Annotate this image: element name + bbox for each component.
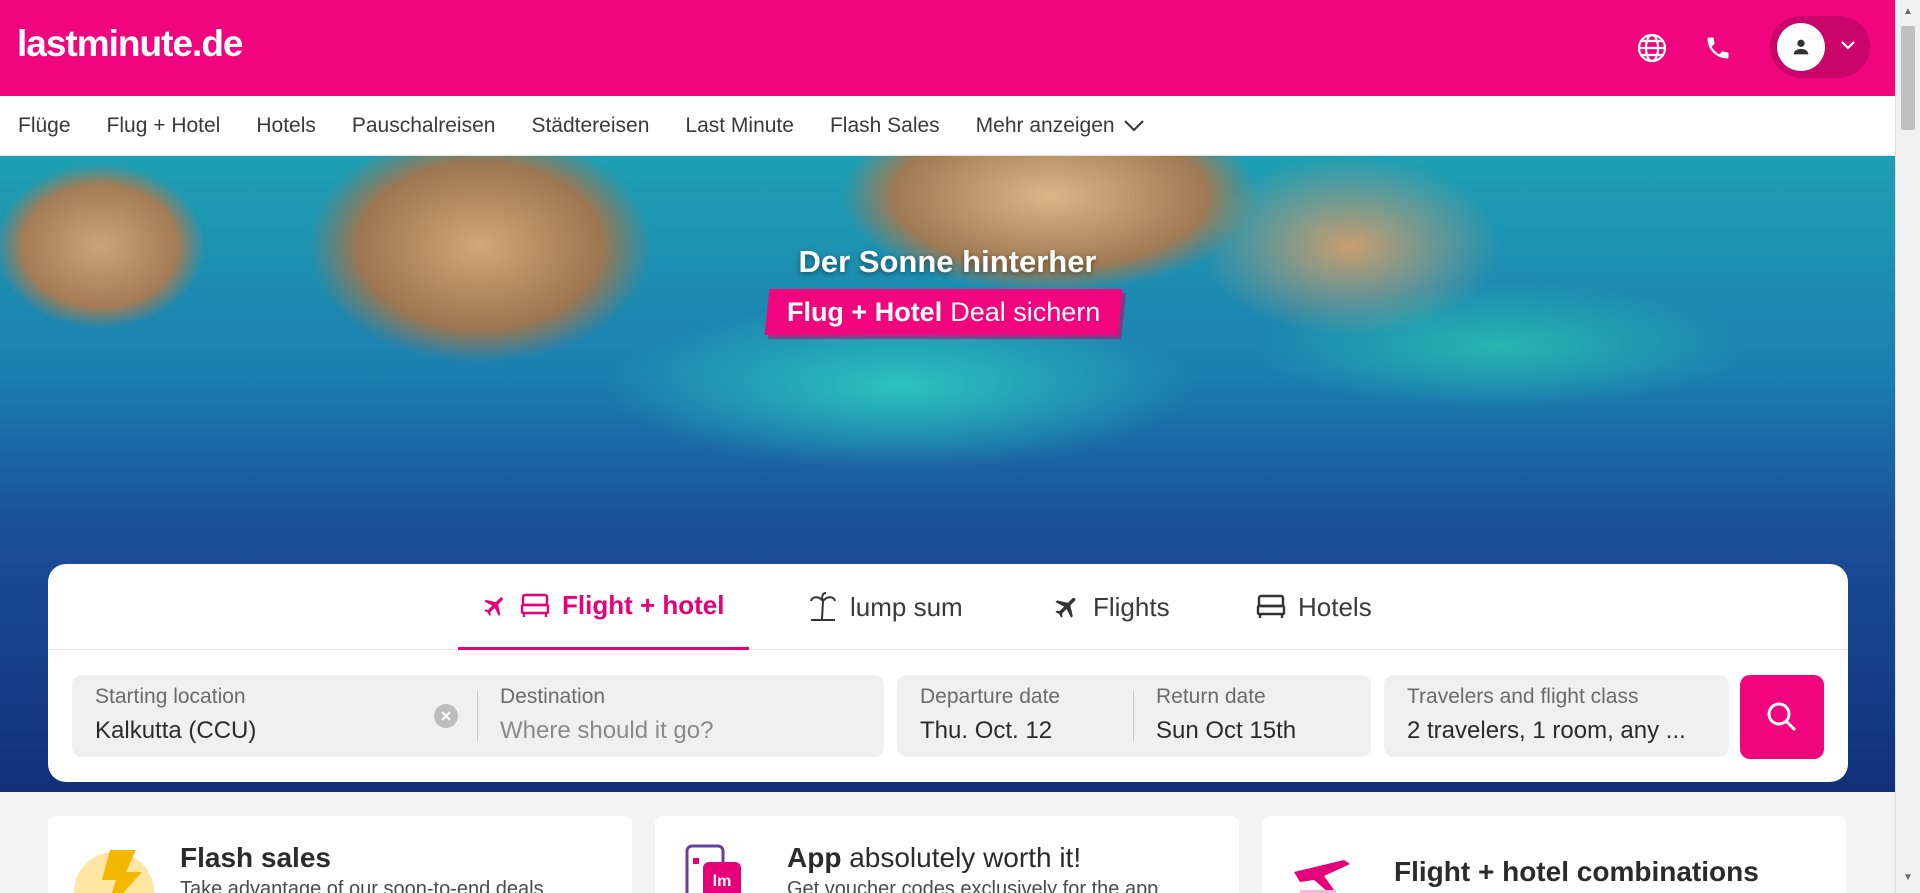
search-icon (1767, 702, 1797, 732)
location-fields: Starting location Kalkutta (CCU) Destina… (72, 675, 884, 757)
search-panel: Flight + hotel lump sum Flights Hotels S… (48, 564, 1848, 782)
promo-title: Flight + hotel combinations (1394, 856, 1759, 887)
origin-label: Starting location (95, 685, 246, 708)
main-nav: Flüge Flug + Hotel Hotels Pauschalreisen… (0, 96, 1895, 156)
page-scrollbar[interactable]: ▲ ▼ (1895, 0, 1920, 893)
scroll-down-arrow-icon[interactable]: ▼ (1903, 872, 1913, 883)
destination-label: Destination (500, 685, 606, 708)
plane-hotel-icon (1294, 860, 1350, 893)
return-date-field[interactable]: Return date Sun Oct 15th (1133, 675, 1371, 757)
hero-title: Der Sonne hinterher (798, 244, 1097, 279)
promo-subtitle: Get voucher codes exclusively for the ap… (787, 878, 1159, 893)
promo-subtitle: Take advantage of our soon-to-end deals (180, 878, 544, 893)
return-value: Sun Oct 15th (1156, 717, 1297, 744)
tab-label: Flight + hotel (562, 590, 725, 620)
hero-badge-bold: Flug + Hotel (787, 296, 943, 327)
departure-value: Thu. Oct. 12 (920, 717, 1053, 744)
plane-icon (1055, 597, 1076, 618)
scroll-up-arrow-icon[interactable]: ▲ (1903, 6, 1913, 17)
date-fields: Departure date Thu. Oct. 12 Return date … (897, 675, 1371, 757)
travelers-field[interactable]: Travelers and flight class 2 travelers, … (1384, 675, 1729, 757)
destination-field[interactable]: Destination Where should it go? (477, 675, 884, 757)
user-icon (1777, 23, 1825, 71)
top-header: lastminute.de (0, 0, 1895, 96)
departure-label: Departure date (920, 685, 1061, 708)
promo-card-flight-hotel[interactable]: Flight + hotel combinations (1262, 816, 1846, 893)
tab-hotels[interactable]: Hotels (1256, 564, 1372, 650)
promo-card-flash-sales[interactable]: Flash sales Take advantage of our soon-t… (48, 816, 632, 893)
chevron-down-icon (1123, 119, 1144, 131)
return-label: Return date (1156, 685, 1266, 708)
globe-icon[interactable] (1634, 30, 1670, 66)
account-menu-button[interactable] (1770, 16, 1870, 78)
nav-item-more[interactable]: Mehr anzeigen (976, 114, 1145, 138)
svg-text:lm: lm (713, 873, 732, 890)
palm-tree-icon (810, 592, 836, 621)
nav-item-flug-hotel[interactable]: Flug + Hotel (107, 114, 221, 138)
travelers-value: 2 travelers, 1 room, any ... (1407, 717, 1686, 744)
search-tabs: Flight + hotel lump sum Flights Hotels (48, 564, 1848, 650)
nav-item-fluege[interactable]: Flüge (18, 114, 71, 138)
nav-item-hotels[interactable]: Hotels (256, 114, 316, 138)
nav-item-last-minute[interactable]: Last Minute (685, 114, 794, 138)
hero-badge-text: Deal sichern (950, 296, 1101, 327)
tab-label: lump sum (850, 591, 963, 622)
origin-field[interactable]: Starting location Kalkutta (CCU) (72, 675, 472, 757)
phone-icon[interactable] (1700, 30, 1736, 66)
close-icon (441, 711, 451, 721)
origin-value: Kalkutta (CCU) (95, 717, 257, 744)
travelers-field-group: Travelers and flight class 2 travelers, … (1384, 675, 1729, 757)
tab-flight-hotel[interactable]: Flight + hotel (458, 564, 749, 650)
tab-label: Flights (1093, 591, 1170, 622)
hero-banner: Der Sonne hinterher Flug + Hotel Deal sic… (0, 156, 1895, 792)
bed-icon (1256, 594, 1286, 618)
nav-item-pauschalreisen[interactable]: Pauschalreisen (352, 114, 496, 138)
promo-title: App absolutely worth it! (787, 842, 1082, 873)
nav-item-flash-sales[interactable]: Flash Sales (830, 114, 940, 138)
tab-lump-sum[interactable]: lump sum (808, 564, 963, 650)
travelers-label: Travelers and flight class (1407, 685, 1639, 708)
chevron-down-icon (1839, 38, 1857, 56)
app-phone-icon: lm (685, 844, 741, 893)
departure-date-field[interactable]: Departure date Thu. Oct. 12 (897, 675, 1132, 757)
clear-origin-button[interactable] (434, 704, 458, 728)
hero-deal-badge[interactable]: Flug + Hotel Deal sichern (764, 289, 1123, 335)
search-button[interactable] (1740, 675, 1824, 759)
site-logo[interactable]: lastminute.de (17, 23, 243, 65)
promo-title: Flash sales (180, 842, 331, 873)
tab-label: Hotels (1298, 591, 1372, 622)
destination-placeholder: Where should it go? (500, 717, 714, 744)
plane-icon (484, 597, 503, 616)
tab-flights[interactable]: Flights (1053, 564, 1170, 650)
nav-item-staedtereisen[interactable]: Städtereisen (531, 114, 649, 138)
lightning-icon (74, 850, 154, 893)
bed-icon (520, 593, 550, 617)
nav-more-label: Mehr anzeigen (975, 113, 1115, 137)
scrollbar-thumb[interactable] (1901, 26, 1915, 130)
promo-card-app[interactable]: lm App absolutely worth it! Get voucher … (655, 816, 1239, 893)
